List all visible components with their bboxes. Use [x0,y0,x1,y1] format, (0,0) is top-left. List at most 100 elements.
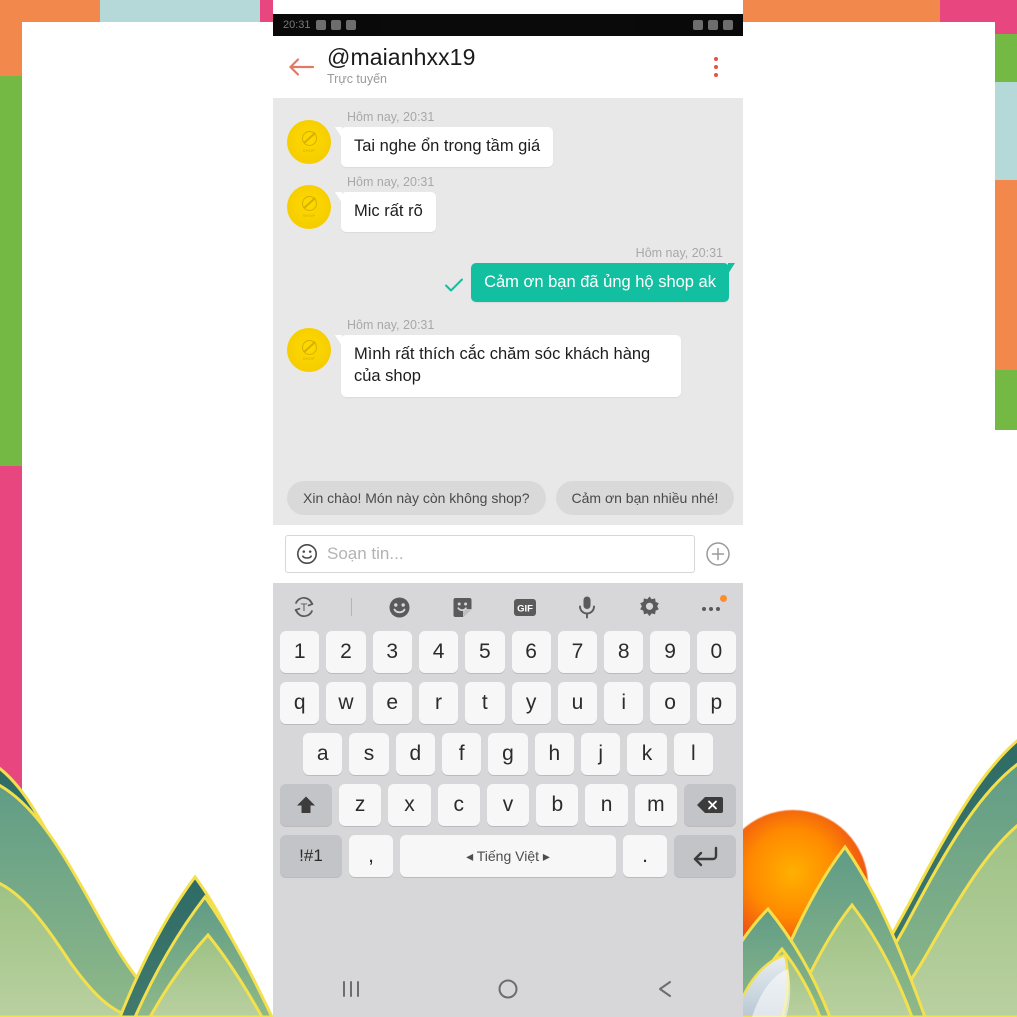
shop-avatar[interactable]: SHOP [287,184,331,229]
backspace-icon[interactable] [683,784,736,826]
message-timestamp: Hôm nay, 20:31 [347,318,435,333]
enter-icon[interactable] [674,835,736,877]
key-2[interactable]: 2 [326,631,366,673]
key-3[interactable]: 3 [372,631,412,673]
key-1[interactable]: 1 [280,631,320,673]
chat-header: @maianhxx19 Trực tuyến [273,36,743,98]
key-space[interactable]: ◂ Tiếng Việt ▸ [400,835,616,877]
back-icon[interactable] [645,976,685,1002]
bg-block-left-green [0,76,22,466]
notification-badge-icon [719,595,727,602]
keyboard-toolbar: T GIF [273,583,743,631]
message-input-box[interactable]: Soạn tin... [285,535,695,573]
key-t[interactable]: t [465,682,505,724]
settings-icon[interactable] [635,592,665,622]
bg-block-right-pink [995,0,1017,34]
key-6[interactable]: 6 [511,631,551,673]
bg-block-right-green-top [995,34,1017,82]
status-bar-time: 20:31 [283,19,311,31]
sticker-icon[interactable] [447,592,477,622]
key-period[interactable]: . [623,835,667,877]
message-bubble-group: Hôm nay, 20:31 Mình rất thích cắc chăm s… [335,314,681,397]
key-a[interactable]: a [303,733,343,775]
app-icon [330,20,341,30]
message-input-bar: Soạn tin... [273,525,743,583]
smiley-icon[interactable] [296,543,318,565]
message-bubble[interactable]: Tai nghe ổn trong tầm giá [334,127,554,167]
key-comma[interactable]: , [349,835,393,877]
key-9[interactable]: 9 [650,631,690,673]
microphone-icon[interactable] [572,592,602,622]
avatar-logo-icon [301,196,317,212]
message-bubble[interactable]: Mình rất thích cắc chăm sóc khách hàng c… [335,335,681,397]
avatar-logo-text: SHOP [302,212,316,218]
search-input[interactable]: Soạn tin... [327,544,404,564]
key-k[interactable]: k [627,733,667,775]
emoji-icon[interactable] [385,592,415,622]
key-y[interactable]: y [511,682,551,724]
key-n[interactable]: n [585,784,628,826]
key-c[interactable]: c [437,784,480,826]
svg-text:GIF: GIF [517,603,533,614]
key-u[interactable]: u [557,682,598,724]
key-symbols[interactable]: !#1 [280,835,342,877]
message-bubble[interactable]: Cảm ơn bạn đã ủng hộ shop ak [471,262,735,303]
message-bubble-group: Hôm nay, 20:31 Cảm ơn bạn đã ủng hộ shop… [471,242,735,303]
key-5[interactable]: 5 [465,631,505,673]
battery-icon [723,20,733,30]
shop-avatar[interactable]: SHOP [287,120,331,164]
svg-text:T: T [301,602,308,614]
screenshot-canvas: 20:31 @maianhxx19 Trực tuyến SHOP Hôm na… [0,0,1017,1017]
key-g[interactable]: g [488,733,528,775]
key-w[interactable]: w [326,682,366,724]
arrow-left-icon[interactable] [287,52,317,82]
key-j[interactable]: j [580,733,621,775]
keyboard-row-numbers: 1 2 3 4 5 6 7 8 9 0 [273,631,743,673]
overflow-menu-icon[interactable] [703,52,729,82]
key-q[interactable]: q [280,682,320,724]
avatar-logo-text: SHOP [302,147,316,153]
key-p[interactable]: p [696,682,736,724]
status-bar-left: 20:31 [283,19,356,31]
key-m[interactable]: m [634,784,677,826]
key-s[interactable]: s [349,733,389,775]
message-row-incoming: SHOP Hôm nay, 20:31 Mình rất thích cắc c… [273,314,743,397]
avatar-logo-icon [301,131,317,147]
key-4[interactable]: 4 [418,631,459,673]
shop-avatar[interactable]: SHOP [287,328,331,373]
key-i[interactable]: i [604,682,644,724]
key-d[interactable]: d [395,733,435,775]
key-r[interactable]: r [418,682,459,724]
message-list[interactable]: SHOP Hôm nay, 20:31 Tai nghe ổn trong tầ… [273,98,743,470]
key-8[interactable]: 8 [604,631,644,673]
key-z[interactable]: z [339,784,382,826]
phone-screenshot: 20:31 @maianhxx19 Trực tuyến SHOP Hôm na… [273,0,743,1017]
quick-reply-chip[interactable]: Xin chào! Món này còn không shop? [287,480,546,515]
message-icon [315,20,326,30]
key-b[interactable]: b [536,784,579,826]
key-o[interactable]: o [650,682,690,724]
key-v[interactable]: v [486,784,530,826]
key-x[interactable]: x [388,784,431,826]
key-f[interactable]: f [442,733,482,775]
check-icon [443,274,465,296]
shift-icon[interactable] [280,784,333,826]
bg-block-right-green-bot [995,370,1017,430]
more-icon[interactable] [697,592,727,622]
plus-circle-icon[interactable] [705,541,731,567]
key-0[interactable]: 0 [696,631,736,673]
gif-icon[interactable]: GIF [510,592,540,622]
message-bubble[interactable]: Mic rất rõ [335,191,436,232]
key-e[interactable]: e [372,682,412,724]
wifi-icon [708,20,718,30]
translate-icon[interactable]: T [289,592,319,622]
status-bar-right [693,20,733,30]
virtual-keyboard: T GIF 1 2 3 4 5 6 7 8 9 0 q w e r t y u … [273,583,743,961]
key-7[interactable]: 7 [557,631,598,673]
quick-reply-chip[interactable]: Cảm ơn bạn nhiều nhé! [555,480,735,515]
home-icon[interactable] [488,976,528,1002]
bg-block-left-orange [0,0,22,76]
recents-icon[interactable] [331,976,371,1002]
key-l[interactable]: l [673,733,713,775]
key-h[interactable]: h [534,733,574,775]
